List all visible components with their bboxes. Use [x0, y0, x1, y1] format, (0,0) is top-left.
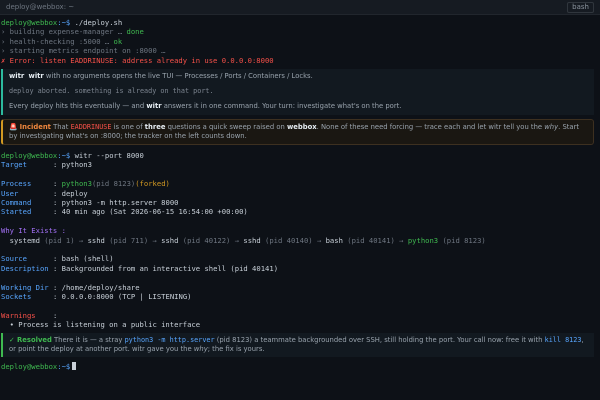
- why-heading: Why It Exists :: [1, 226, 66, 236]
- field-sockets: Sockets: 0.0.0.0:8000 (TCP | LISTENING): [1, 291, 192, 301]
- warning-item: • Process is listening on a public inter…: [9, 320, 201, 330]
- field-process: Process: python3 (pid 8123) (forked): [1, 179, 170, 189]
- tip-line-turn: Every deploy hits this eventually — and …: [9, 102, 402, 111]
- field-started: Started: 40 min ago (Sat 2026-06-15 16:5…: [1, 207, 248, 217]
- terminal-output: deploy@webbox:~$ ./deploy.sh › building …: [0, 15, 600, 371]
- tip-panel: witr witr with no arguments opens the li…: [1, 69, 594, 116]
- deploy-line-metrics: › starting metrics endpoint on :8000 …: [1, 46, 166, 56]
- command-text: ./deploy.sh: [74, 18, 123, 27]
- prompt-line-deploy: deploy@webbox:~$ ./deploy.sh: [1, 18, 594, 27]
- cursor: [72, 361, 77, 370]
- error-line: ✗ Error: listen EADDRINUSE: address alre…: [1, 55, 274, 65]
- tip-line-witr: witr witr with no arguments opens the li…: [9, 72, 313, 81]
- resolved-title: ✓ Resolved: [9, 335, 52, 344]
- prompt-path: :~$: [57, 18, 71, 27]
- status-done: done: [126, 27, 144, 37]
- tip-line-aborted: deploy aborted. something is already on …: [9, 87, 214, 96]
- deploy-line-building: › building expense-manager … done: [1, 27, 144, 37]
- field-working-dir: Working Dir: /home/deploy/share: [1, 282, 140, 292]
- window-titlebar: deploy@webbox: ~ bash: [0, 0, 600, 15]
- field-user: User: deploy: [1, 188, 88, 198]
- deploy-line-health: › health-checking :5000 … ok: [1, 36, 123, 46]
- siren-icon: 🚨: [9, 123, 18, 132]
- ancestry-chain: systemd (pid 1) → sshd (pid 711) → sshd …: [9, 235, 486, 245]
- incident-callout: 🚨 Incident That EADDRINUSE is one of thr…: [1, 119, 594, 146]
- incident-title: Incident: [19, 123, 51, 132]
- field-target: Target: python3: [1, 160, 92, 170]
- tab-bash[interactable]: bash: [567, 1, 594, 13]
- window-title: deploy@webbox: ~: [6, 3, 75, 11]
- field-command: Command: python3 -m http.server 8000: [1, 198, 179, 207]
- command-text: witr --port 8000: [74, 151, 144, 161]
- status-ok: ok: [113, 36, 123, 46]
- field-source: Source: bash (shell): [1, 254, 114, 264]
- prompt-line-final[interactable]: deploy@webbox:~$: [1, 361, 594, 371]
- resolved-callout: ✓ Resolved There it is — a stray python3…: [1, 332, 594, 357]
- prompt-line-witr: deploy@webbox:~$ witr --port 8000: [1, 151, 144, 161]
- field-warnings: Warnings:: [1, 310, 62, 320]
- field-description: Description: Backgrounded from an intera…: [1, 263, 279, 273]
- prompt-user-host: deploy@webbox: [1, 18, 58, 27]
